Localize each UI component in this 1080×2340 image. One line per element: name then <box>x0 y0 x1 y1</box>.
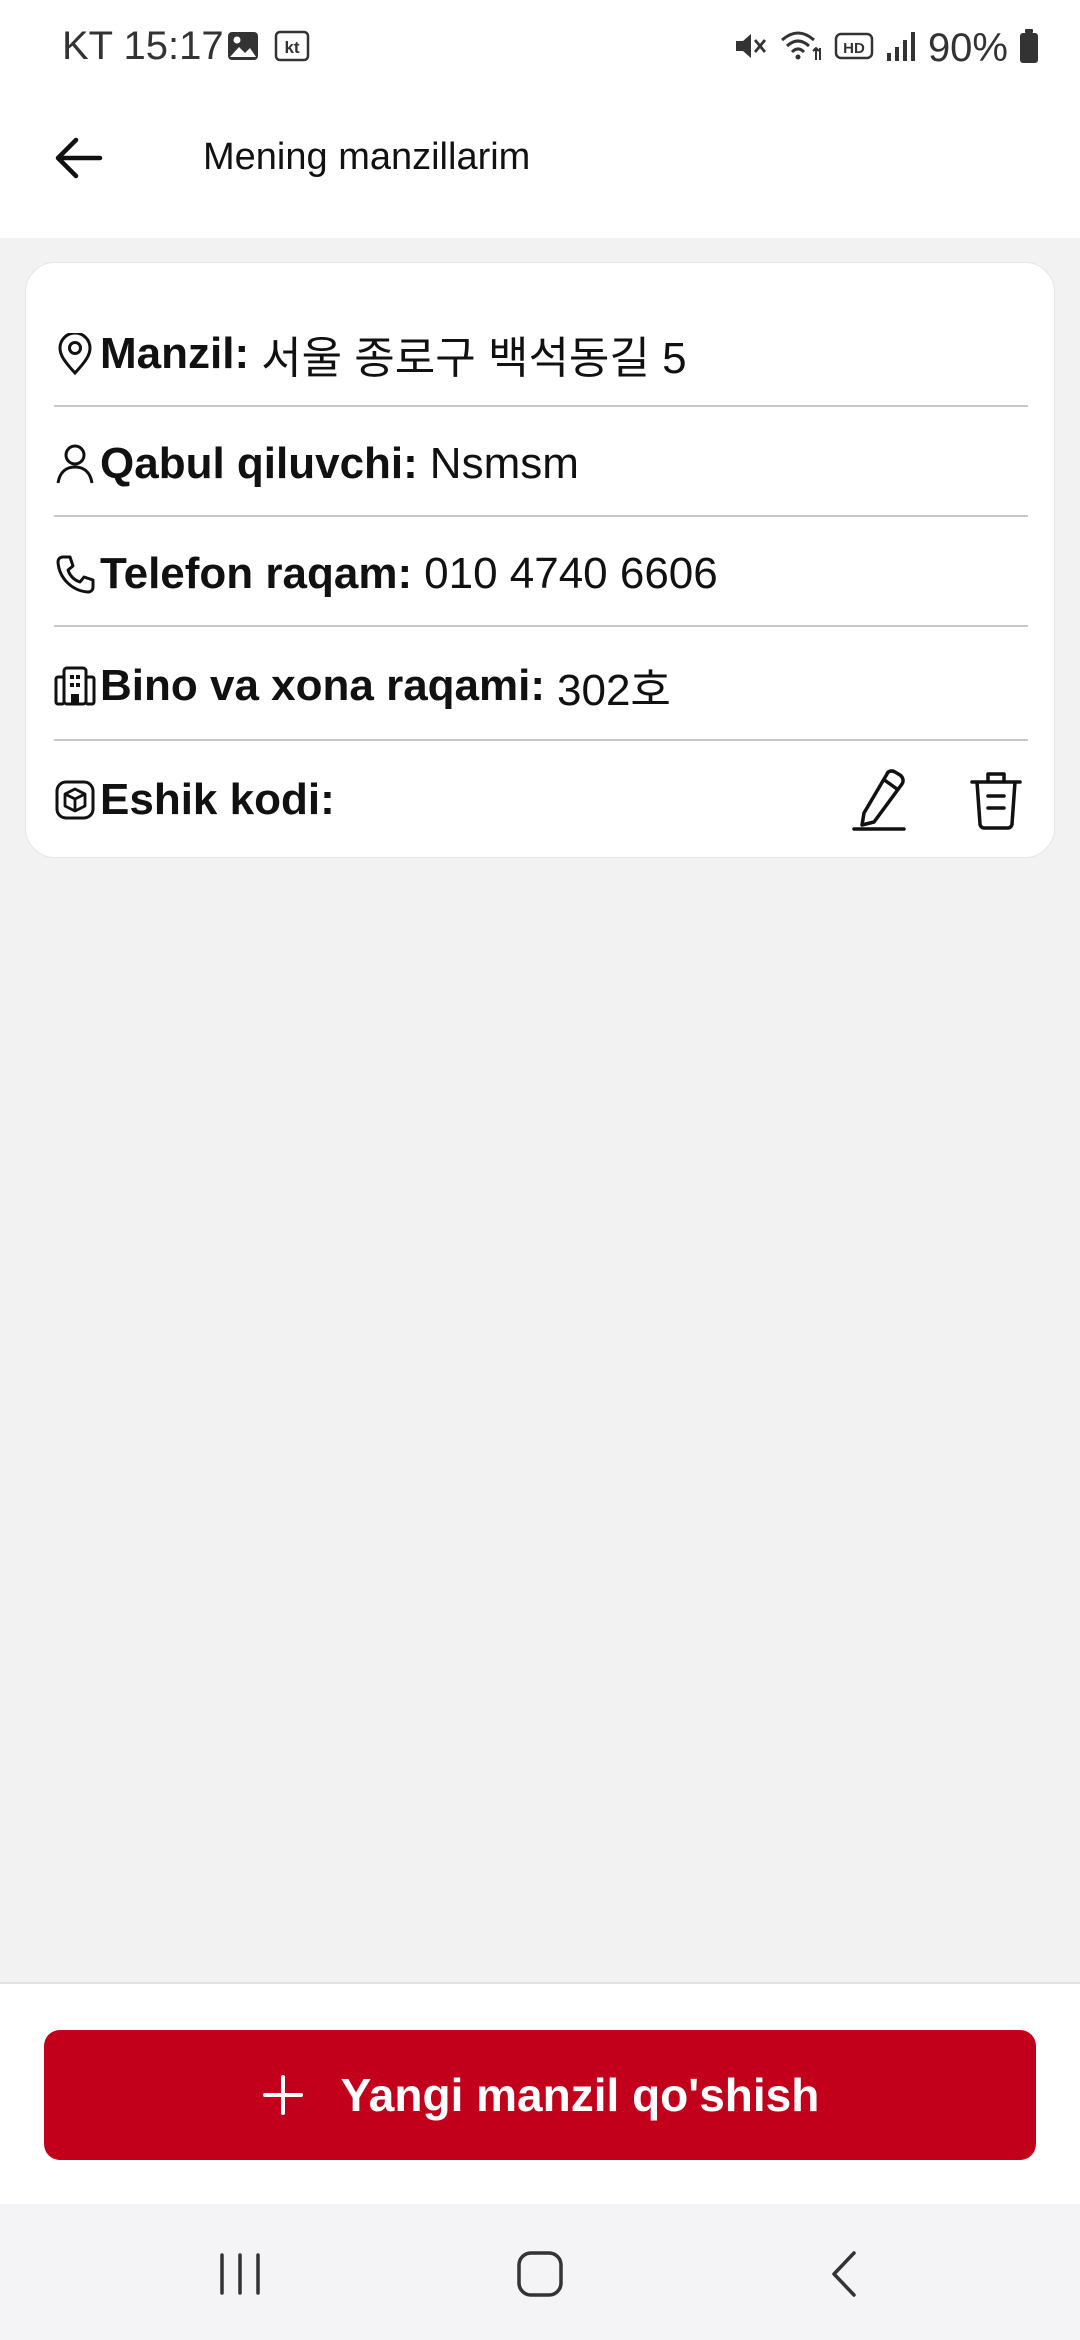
status-left-icons: kt <box>226 30 310 67</box>
box-icon <box>54 779 96 821</box>
kt-icon: kt <box>274 30 310 67</box>
divider <box>54 515 1028 517</box>
hd-icon: HD <box>834 30 874 67</box>
edit-icon[interactable] <box>850 767 908 836</box>
home-icon[interactable] <box>510 2244 570 2304</box>
arrow-left-icon <box>52 136 104 185</box>
recents-icon[interactable] <box>210 2244 270 2304</box>
building-value: 302호 <box>557 666 671 715</box>
plus-icon <box>261 2073 305 2117</box>
svg-text:kt: kt <box>284 38 299 57</box>
building-row: Bino va xona raqami: 302호 <box>54 651 1028 721</box>
divider <box>54 625 1028 627</box>
recipient-label: Qabul qiluvchi: <box>100 439 418 488</box>
address-card: Manzil: 서울 종로구 백석동길 5 Qabul qiluvchi: Ns… <box>25 262 1055 858</box>
svg-text:HD: HD <box>843 40 865 57</box>
recipient-value: Nsmsm <box>429 439 579 488</box>
mute-icon <box>732 28 768 69</box>
location-pin-icon <box>54 333 96 375</box>
app-bar: Mening manzillarim <box>0 100 1080 238</box>
address-value: 서울 종로구 백석동길 5 <box>261 334 687 383</box>
bottom-panel: Yangi manzil qo'shish <box>0 1982 1080 2204</box>
back-icon[interactable] <box>814 2244 874 2304</box>
back-button[interactable] <box>46 128 110 192</box>
building-icon <box>54 665 96 707</box>
add-address-button[interactable]: Yangi manzil qo'shish <box>44 2030 1036 2160</box>
building-label: Bino va xona raqami: <box>100 661 546 710</box>
phone-icon <box>54 553 96 595</box>
address-label: Manzil: <box>100 329 250 378</box>
divider <box>54 405 1028 407</box>
status-time: KT 15:17 <box>62 24 224 68</box>
phone-label: Telefon raqam: <box>100 549 413 598</box>
system-nav-bar <box>0 2204 1080 2340</box>
wifi-icon <box>778 28 824 69</box>
battery-text: 90% <box>927 26 1008 70</box>
trash-icon[interactable] <box>968 768 1024 835</box>
image-icon <box>226 30 260 67</box>
battery-icon <box>1018 28 1040 69</box>
person-icon <box>54 443 96 485</box>
status-bar: KT 15:17 kt HD 90% <box>0 0 1080 100</box>
page-title: Mening manzillarim <box>203 136 531 178</box>
divider <box>54 739 1028 741</box>
status-right: HD 90% <box>732 26 1040 71</box>
phone-row: Telefon raqam: 010 4740 6606 <box>54 539 1028 609</box>
door-code-label: Eshik kodi: <box>100 775 335 824</box>
address-actions <box>850 767 1024 836</box>
signal-icon <box>884 29 918 68</box>
add-address-label: Yangi manzil qo'shish <box>340 2069 820 2121</box>
phone-value: 010 4740 6606 <box>424 549 718 598</box>
recipient-row: Qabul qiluvchi: Nsmsm <box>54 429 1028 499</box>
address-row: Manzil: 서울 종로구 백석동길 5 <box>54 319 1028 389</box>
